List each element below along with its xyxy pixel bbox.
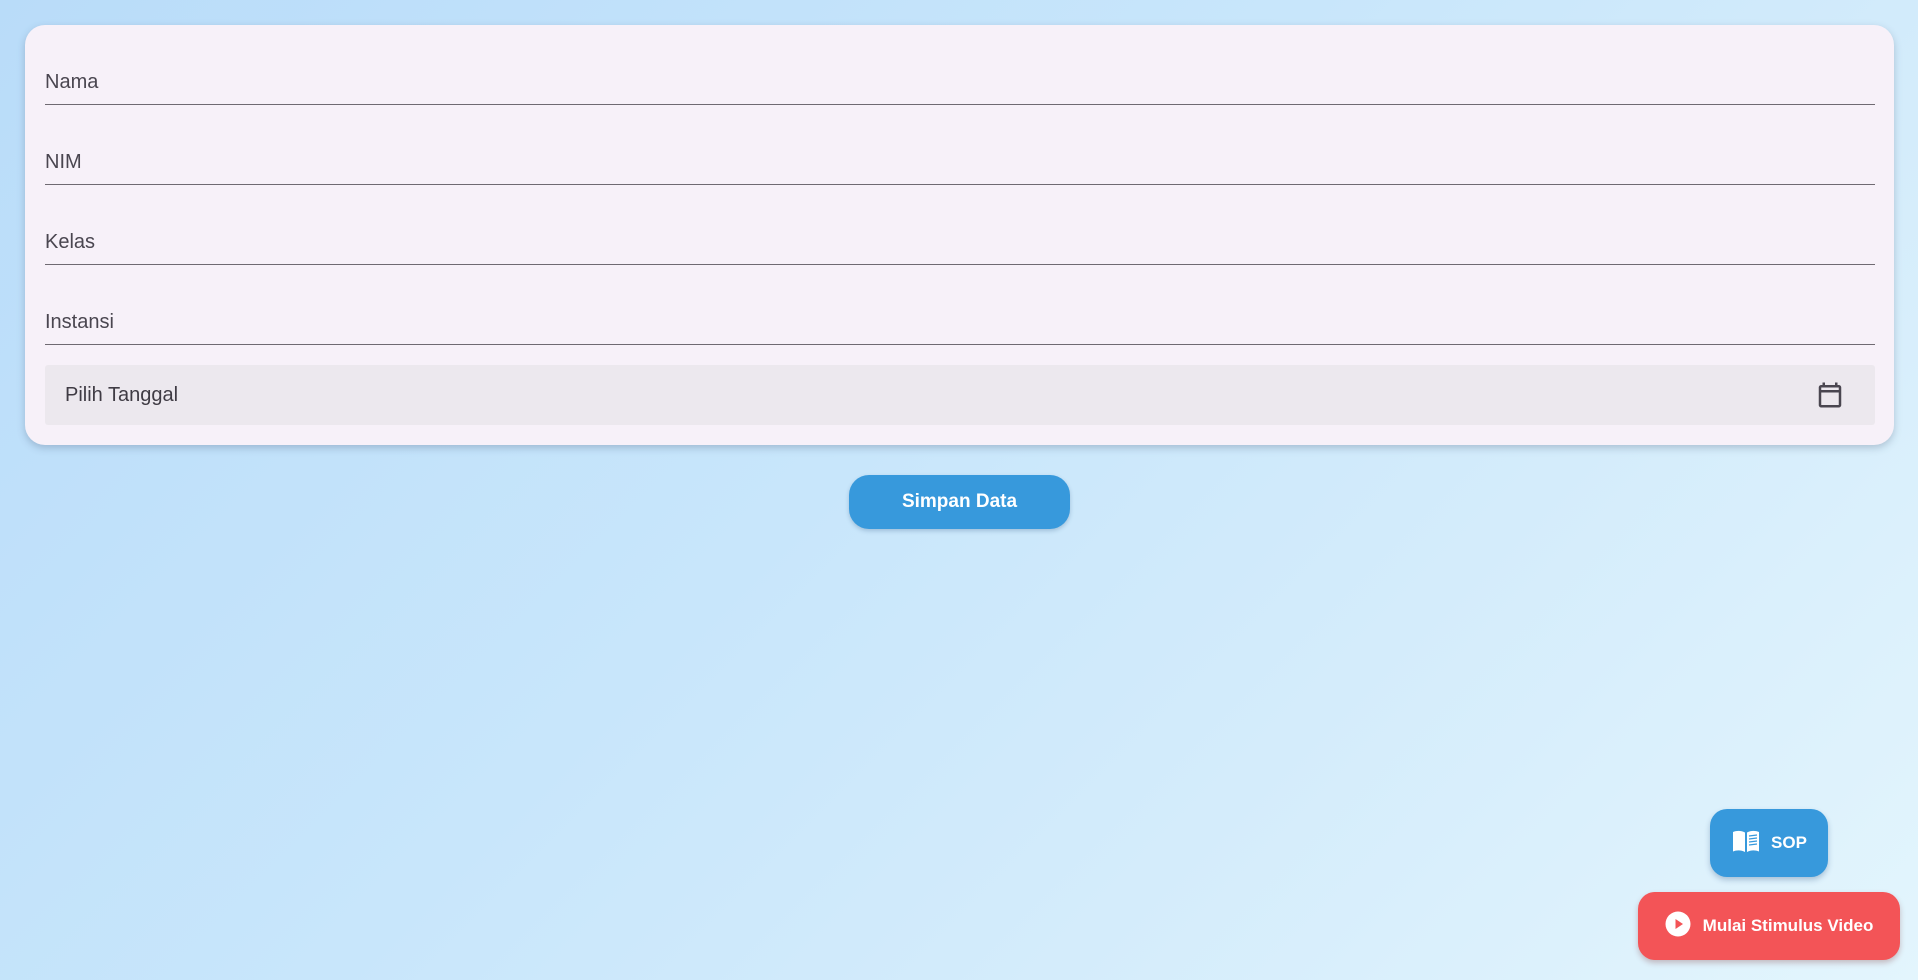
date-picker-label: Pilih Tanggal: [65, 384, 179, 406]
start-video-label: Mulai Stimulus Video: [1702, 916, 1874, 935]
instansi-field-wrapper: [45, 301, 1875, 345]
date-picker-field[interactable]: Pilih Tanggal: [45, 365, 1875, 425]
play-circle-icon: [1665, 911, 1691, 942]
kelas-field-wrapper: [45, 221, 1875, 265]
kelas-input[interactable]: [45, 221, 1875, 264]
instansi-input[interactable]: [45, 301, 1875, 344]
nama-input[interactable]: [45, 61, 1875, 104]
calendar-icon[interactable]: [1815, 380, 1845, 410]
start-video-button[interactable]: Mulai Stimulus Video: [1638, 892, 1900, 960]
nim-input[interactable]: [45, 141, 1875, 184]
sop-label: SOP: [1771, 833, 1807, 852]
sop-button[interactable]: SOP: [1710, 809, 1828, 877]
nim-field-wrapper: [45, 141, 1875, 185]
nama-field-wrapper: [45, 61, 1875, 105]
book-icon: [1731, 828, 1761, 859]
form-card: Pilih Tanggal: [25, 25, 1894, 445]
save-data-button[interactable]: Simpan Data: [849, 475, 1070, 529]
